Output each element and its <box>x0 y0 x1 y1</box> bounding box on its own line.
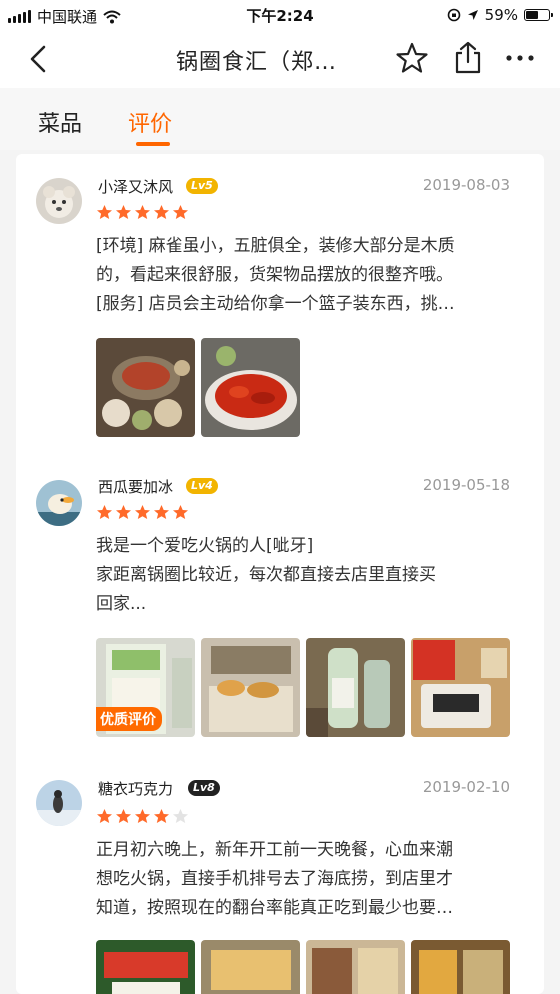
share-icon[interactable] <box>450 40 486 76</box>
battery-percent: 59% <box>484 6 518 24</box>
review-photo[interactable] <box>306 638 405 737</box>
avatar[interactable] <box>36 480 82 526</box>
reviewer-name: 糖衣巧克力 <box>98 780 174 798</box>
review-text-line: 的，看起来很舒服，货架物品摆放的很整齐哦。 <box>96 265 453 285</box>
battery-icon <box>524 9 553 21</box>
review-photo[interactable] <box>96 940 195 994</box>
level-badge: Lv8 <box>188 780 220 796</box>
reviewer-name: 小泽又沐风 <box>98 178 174 196</box>
status-bar: 中国联通 下午2:24 59% <box>0 0 560 30</box>
review-photos: 优质评价 <box>96 638 510 737</box>
rating-stars <box>96 504 189 521</box>
review-photo[interactable] <box>201 338 300 437</box>
review-photo[interactable] <box>201 940 300 994</box>
level-badge: Lv5 <box>186 178 218 194</box>
star-filled-icon <box>173 505 188 519</box>
review-text-line: 回家... <box>96 594 147 614</box>
review-text-line: [环境] 麻雀虽小，五脏俱全，装修大部分是木质 <box>96 236 455 256</box>
review-text-line: 我是一个爱吃火锅的人[呲牙] <box>96 536 314 556</box>
level-badge: Lv4 <box>186 478 218 494</box>
review-item[interactable]: 小泽又沐风 Lv5 2019-08-03 [环境] 麻雀虽小，五脏俱全，装修大部… <box>16 154 544 454</box>
star-filled-icon <box>135 505 150 519</box>
review-photos <box>96 940 510 994</box>
review-photo[interactable] <box>96 338 195 437</box>
star-filled-icon <box>116 505 131 519</box>
review-text-line: 正月初六晚上，新年开工前一天晚餐，心血来潮 <box>96 840 453 860</box>
star-empty-icon <box>173 809 188 823</box>
review-date: 2019-05-18 <box>422 476 510 494</box>
review-item[interactable]: 西瓜要加冰 Lv4 2019-05-18 我是一个爱吃火锅的人[呲牙] 家距离锅… <box>16 454 544 766</box>
review-text[interactable]: [环境] 麻雀虽小，五脏俱全，装修大部分是木质 的，看起来很舒服，货架物品摆放的… <box>96 232 516 319</box>
store-title: 锅圈食汇（郑… <box>176 50 338 75</box>
star-filled-icon <box>173 205 188 219</box>
more-options-icon[interactable] <box>500 40 540 76</box>
star-filled-icon <box>154 809 169 823</box>
review-photo[interactable] <box>411 940 510 994</box>
reviewer-name: 西瓜要加冰 <box>98 478 174 496</box>
location-icon <box>467 10 478 20</box>
review-photos <box>96 338 300 437</box>
back-arrow-icon[interactable] <box>22 42 56 76</box>
star-filled-icon <box>135 205 150 219</box>
review-photo[interactable] <box>201 638 300 737</box>
review-item[interactable]: 糖衣巧克力 Lv8 2019-02-10 正月初六晚上，新年开工前一天晚餐，心血… <box>16 766 544 994</box>
tab-dishes[interactable]: 菜品 <box>38 106 82 138</box>
review-text-line: [服务] 店员会主动给你拿一个篮子装东西，挑… <box>96 294 455 314</box>
star-filled-icon <box>135 809 150 823</box>
rating-stars <box>96 808 189 825</box>
avatar[interactable] <box>36 780 82 826</box>
tab-bar: 菜品 评价 <box>0 88 560 150</box>
review-photo[interactable] <box>306 940 405 994</box>
review-photo[interactable]: 优质评价 <box>96 638 195 737</box>
review-date: 2019-02-10 <box>422 778 510 796</box>
review-text[interactable]: 我是一个爱吃火锅的人[呲牙] 家距离锅圈比较近，每次都直接去店里直接买 回家..… <box>96 532 516 619</box>
review-date: 2019-08-03 <box>422 176 510 194</box>
quality-review-badge: 优质评价 <box>96 707 162 731</box>
reviews-list: 小泽又沐风 Lv5 2019-08-03 [环境] 麻雀虽小，五脏俱全，装修大部… <box>16 154 544 994</box>
star-filled-icon <box>154 205 169 219</box>
rating-stars <box>96 204 189 221</box>
avatar[interactable] <box>36 178 82 224</box>
star-filled-icon <box>97 205 112 219</box>
star-filled-icon <box>97 505 112 519</box>
active-tab-indicator <box>136 142 170 146</box>
tab-reviews[interactable]: 评价 <box>128 106 172 138</box>
review-text-line: 家距离锅圈比较近，每次都直接去店里直接买 <box>96 565 436 585</box>
star-filled-icon <box>154 505 169 519</box>
review-photo[interactable] <box>411 638 510 737</box>
star-filled-icon <box>97 809 112 823</box>
star-favorite-icon[interactable] <box>394 40 430 76</box>
star-filled-icon <box>116 205 131 219</box>
orientation-lock-icon <box>447 8 460 22</box>
nav-bar: 锅圈食汇（郑… <box>0 30 560 88</box>
star-filled-icon <box>116 809 131 823</box>
review-text[interactable]: 正月初六晚上，新年开工前一天晚餐，心血来潮 想吃火锅，直接手机排号去了海底捞，到… <box>96 836 516 923</box>
review-text-line: 想吃火锅，直接手机排号去了海底捞，到店里才 <box>96 869 453 889</box>
review-text-line: 知道，按照现在的翻台率能真正吃到最少也要… <box>96 898 453 918</box>
